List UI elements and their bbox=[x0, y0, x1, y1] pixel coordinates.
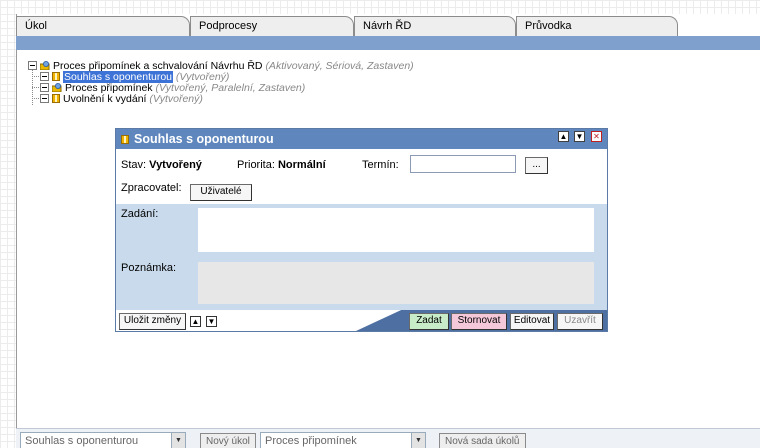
stav-field: Stav: Vytvořený bbox=[121, 159, 202, 171]
termin-browse-button[interactable]: ... bbox=[525, 157, 548, 174]
stornovat-button[interactable]: Stornovat bbox=[451, 313, 507, 330]
move-up-icon[interactable]: ▲ bbox=[558, 131, 569, 142]
priorita-field: Priorita: Normální bbox=[237, 159, 326, 171]
dialog-title: Souhlas s oponenturou bbox=[134, 132, 274, 146]
collapse-toggle-icon[interactable] bbox=[40, 72, 49, 81]
task-icon bbox=[121, 135, 129, 144]
poznamka-textarea[interactable] bbox=[197, 261, 595, 305]
process-gear-icon bbox=[40, 61, 50, 70]
bottom-action-bar: Souhlas s oponenturou ▼ Nový úkol Proces… bbox=[16, 428, 760, 448]
termin-input[interactable] bbox=[410, 155, 516, 173]
tab-navrh-rd[interactable]: Návrh ŘD bbox=[354, 16, 516, 36]
task-icon bbox=[52, 72, 60, 81]
zpracovatel-label: Zpracovatel: bbox=[121, 182, 182, 194]
priorita-label: Priorita: bbox=[237, 159, 275, 171]
process-select-value: Proces připomínek bbox=[265, 435, 357, 447]
new-task-set-button[interactable]: Nová sada úkolů bbox=[439, 433, 526, 448]
termin-label: Termín: bbox=[362, 159, 399, 171]
collapse-toggle-icon[interactable] bbox=[28, 61, 37, 70]
tab-bar: Úkol Podprocesy Návrh ŘD Průvodka bbox=[16, 14, 760, 36]
zadani-label: Zadání: bbox=[121, 208, 159, 220]
stav-value: Vytvořený bbox=[149, 159, 202, 171]
arrow-down-icon[interactable]: ▼ bbox=[206, 316, 217, 327]
process-select[interactable]: Proces připomínek ▼ bbox=[260, 432, 426, 448]
move-down-icon[interactable]: ▼ bbox=[574, 131, 585, 142]
process-gear-icon bbox=[52, 83, 62, 92]
task-select[interactable]: Souhlas s oponenturou ▼ bbox=[20, 432, 186, 448]
dialog-title-bar[interactable]: Souhlas s oponenturou bbox=[116, 129, 607, 149]
tab-content-header-bar bbox=[16, 36, 760, 50]
close-icon[interactable]: ✕ bbox=[591, 131, 602, 142]
zadat-button[interactable]: Zadat bbox=[409, 313, 449, 330]
uzavrit-button[interactable]: Uzavřít bbox=[557, 313, 603, 330]
task-dialog: Souhlas s oponenturou ▲ ▼ ✕ Stav: Vytvoř… bbox=[115, 128, 608, 332]
editovat-button[interactable]: Editovat bbox=[510, 313, 554, 330]
collapse-toggle-icon[interactable] bbox=[40, 94, 49, 103]
collapse-toggle-icon[interactable] bbox=[40, 83, 49, 92]
tree-branch bbox=[32, 98, 39, 99]
task-select-value: Souhlas s oponenturou bbox=[25, 435, 139, 447]
tab-ukol[interactable]: Úkol bbox=[16, 16, 190, 36]
zadani-textarea[interactable] bbox=[197, 207, 595, 253]
poznamka-label: Poznámka: bbox=[121, 262, 177, 274]
process-tree: Proces připomínek a schvalování Návrhu Ř… bbox=[28, 61, 414, 105]
arrow-up-icon[interactable]: ▲ bbox=[190, 316, 201, 327]
chevron-down-icon[interactable]: ▼ bbox=[411, 433, 425, 448]
tree-branch bbox=[32, 76, 39, 77]
stav-label: Stav: bbox=[121, 159, 147, 171]
priorita-value: Normální bbox=[277, 159, 326, 171]
tree-node-status: (Vytvořený) bbox=[149, 93, 203, 105]
tab-pruvodka[interactable]: Průvodka bbox=[516, 16, 678, 36]
tree-node-label[interactable]: Uvolnění k vydání bbox=[63, 93, 146, 105]
uzivatele-button[interactable]: Uživatelé bbox=[190, 184, 252, 201]
chevron-down-icon[interactable]: ▼ bbox=[171, 433, 185, 448]
new-task-button[interactable]: Nový úkol bbox=[200, 433, 256, 448]
save-changes-button[interactable]: Uložit změny bbox=[119, 313, 186, 330]
tab-podprocesy[interactable]: Podprocesy bbox=[190, 16, 354, 36]
tree-branch bbox=[32, 87, 39, 88]
tree-node-uvolneni[interactable]: Uvolnění k vydání (Vytvořený) bbox=[28, 94, 414, 105]
task-icon bbox=[52, 94, 60, 103]
tree-node-status: (Aktivovaný, Sériová, Zastaven) bbox=[265, 60, 414, 72]
